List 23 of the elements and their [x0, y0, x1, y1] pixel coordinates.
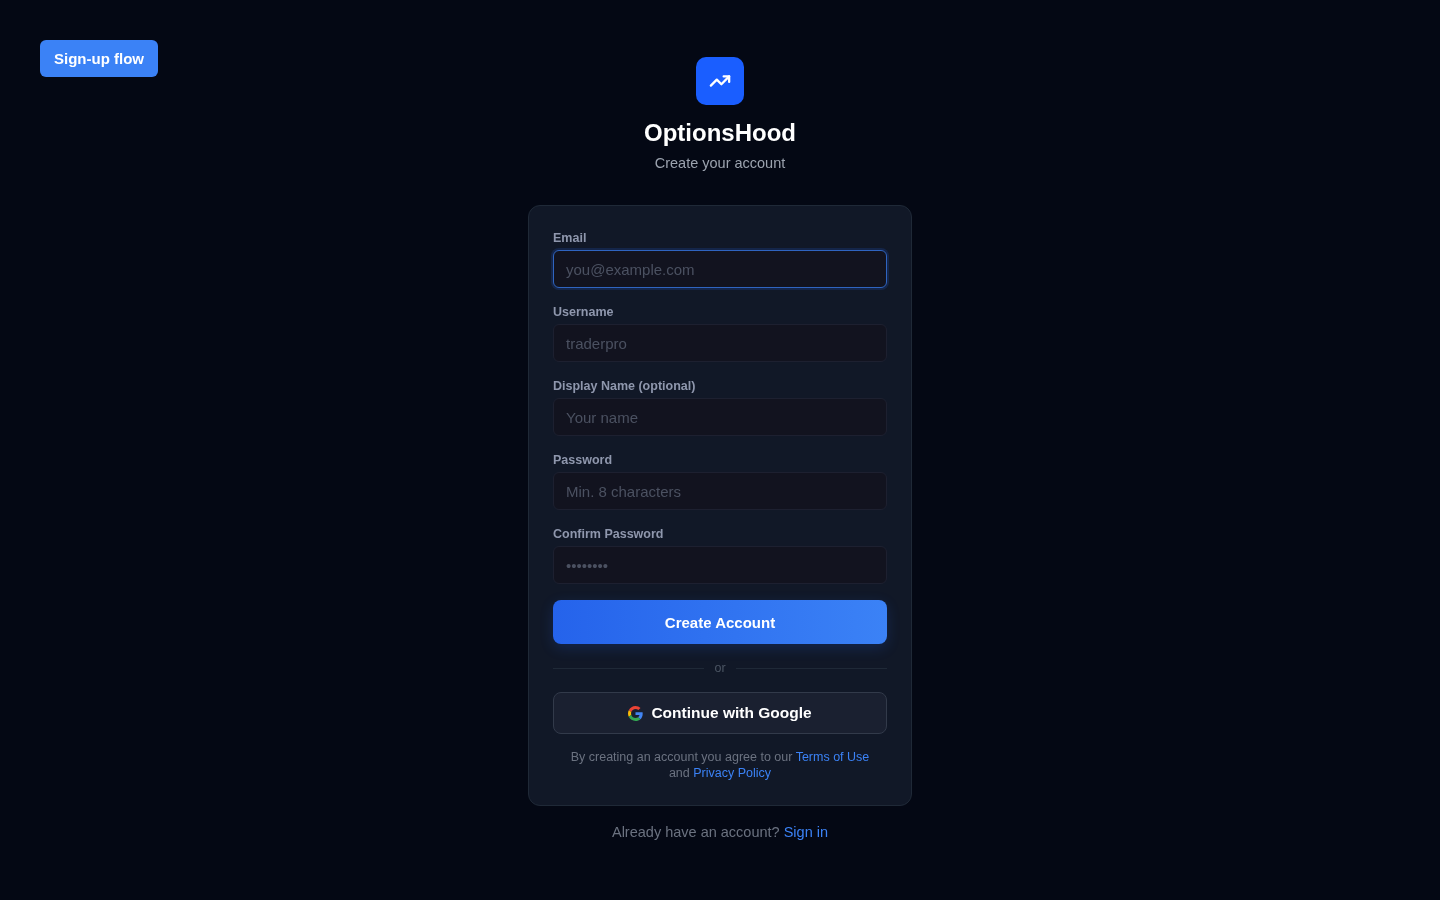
terms-link[interactable]: Terms of Use [795, 750, 870, 764]
input-field[interactable]: •••••••• [553, 546, 887, 584]
sign-in-link[interactable]: Sign in [783, 824, 828, 840]
create-account-button[interactable]: Create Account [553, 600, 887, 644]
field-label: Username [553, 304, 614, 320]
field-label: Email [553, 230, 587, 246]
input-field[interactable]: Min. 8 characters [553, 472, 887, 510]
trending-up-icon [696, 57, 744, 105]
input-field[interactable]: Your name [553, 398, 887, 436]
privacy-link[interactable]: Privacy Policy [693, 766, 772, 780]
terms-notice: By creating an account you agree to our Terms of Use and Privacy Policy [569, 749, 871, 781]
input-field[interactable]: traderpro [553, 324, 887, 362]
sign-in-prompt: Already have an account? Sign in [611, 823, 828, 842]
google-g-icon [628, 705, 644, 721]
brand-name: OptionsHood [644, 118, 796, 148]
field-label: Password [553, 452, 613, 468]
field-label: Display Name (optional) [553, 378, 696, 394]
field-label: Confirm Password [553, 526, 664, 542]
sign-up-flow-button[interactable]: Sign-up flow [40, 40, 158, 77]
input-field[interactable]: you@example.com [553, 250, 887, 288]
google-button[interactable]: Continue with Google [553, 692, 887, 734]
subtitle: Create your account [654, 154, 786, 173]
divider-label: or [714, 660, 726, 676]
